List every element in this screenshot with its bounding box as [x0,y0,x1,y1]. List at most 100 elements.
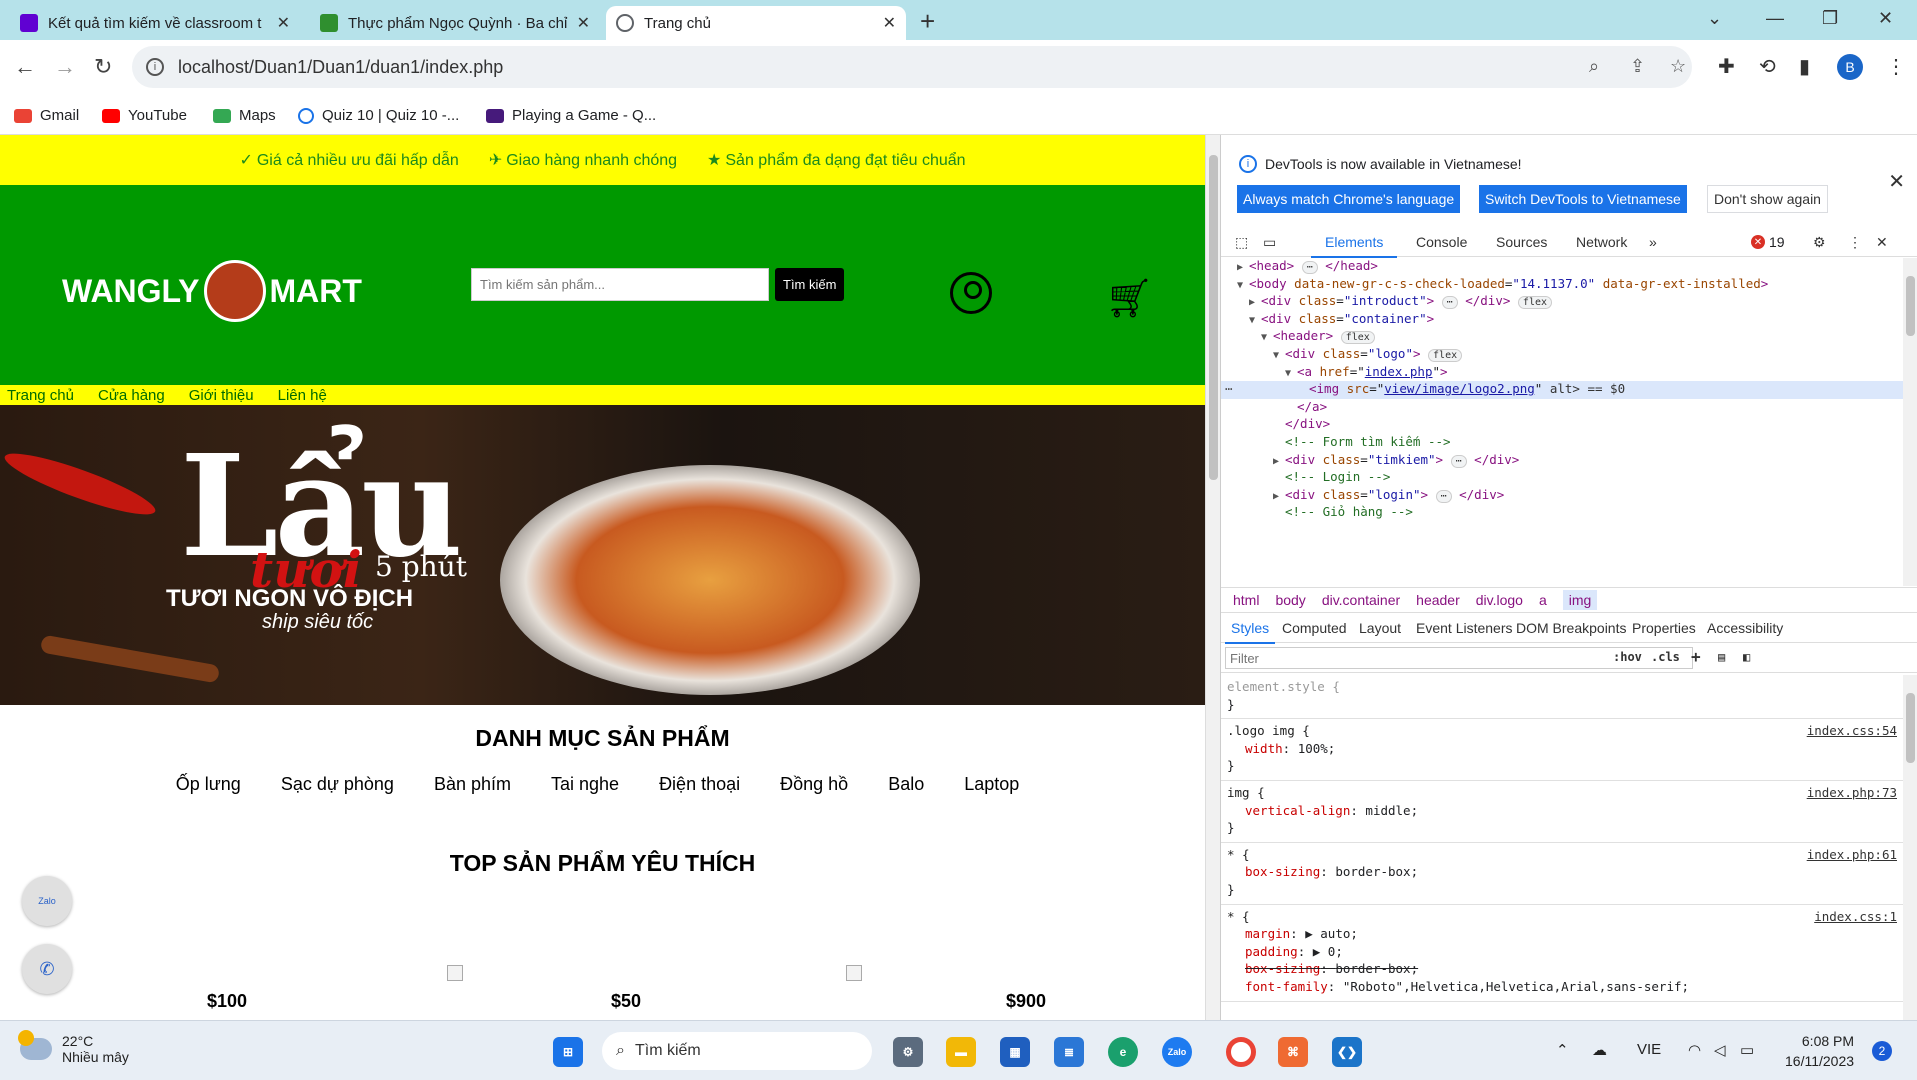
weather-widget[interactable]: 22°C Nhiều mây [18,1030,129,1065]
rule-source-link[interactable]: index.php:73 [1807,785,1897,800]
bookmark-youtube[interactable]: YouTube [102,107,187,124]
wifi-icon[interactable]: ◠ [1688,1041,1701,1059]
dom-comment[interactable]: <!-- Login --> [1221,469,1903,487]
dom-node-logo[interactable]: ▼ <div class="logo"> flex [1221,346,1903,364]
minimize-icon[interactable]: — [1766,8,1784,29]
css-property[interactable]: vertical-align [1245,803,1350,818]
tab-sources[interactable]: Sources [1496,234,1547,250]
ellipsis-pill[interactable]: ⋯ [1301,261,1318,274]
bookmark-star-icon[interactable]: ☆ [1670,56,1686,77]
rule-element-style[interactable]: element.style { } [1221,675,1903,720]
tab-layout[interactable]: Layout [1359,620,1401,636]
flex-badge[interactable]: flex [1428,348,1463,362]
tab-computed[interactable]: Computed [1282,620,1347,636]
ellipsis-pill[interactable]: ⋯ [1435,489,1452,503]
zalo-chat-button[interactable]: Zalo [22,876,72,926]
bookmark-gmail[interactable]: Gmail [14,107,79,124]
ellipsis-pill[interactable]: ⋯ [1450,454,1467,468]
back-icon[interactable]: ← [14,54,36,80]
breadcrumb-item[interactable]: div.logo [1476,592,1523,608]
sidebar-toggle-icon[interactable]: ◧ [1743,650,1750,664]
collapsed-arrow-icon[interactable]: ▶ [1237,262,1249,273]
category-item[interactable]: Đồng hồ [780,774,848,795]
dom-comment[interactable]: <!-- Giỏ hàng --> [1221,504,1903,522]
scrollbar-thumb[interactable] [1906,276,1915,336]
css-value[interactable]: auto; [1320,926,1358,941]
close-devtools-icon[interactable]: ✕ [1876,234,1888,251]
category-item[interactable]: Tai nghe [551,774,619,795]
tab-accessibility[interactable]: Accessibility [1707,620,1783,636]
windows-start-icon[interactable]: ⊞ [553,1037,583,1067]
expanded-arrow-icon[interactable]: ▼ [1237,280,1249,291]
css-rule[interactable]: index.php:73 img { vertical-align: middl… [1221,781,1903,843]
hover-state-toggle[interactable]: :hov [1613,650,1642,664]
dom-node-timkiem[interactable]: ▶ <div class="timkiem"> ⋯ </div> [1221,452,1903,470]
address-bar[interactable]: i localhost/Duan1/Duan1/duan1/index.php [132,46,1692,88]
dom-node-body[interactable]: ▼ <body data-new-gr-c-s-check-loaded="14.… [1221,276,1903,294]
breadcrumb-item[interactable]: a [1539,592,1547,608]
tab-event-listeners[interactable]: Event Listeners [1416,620,1513,636]
taskbar-search[interactable]: ⌕ Tìm kiếm [602,1032,872,1070]
settings-app-icon[interactable]: ⚙ [893,1037,923,1067]
menu-item-lien-he[interactable]: Liên hệ [278,387,327,404]
volume-icon[interactable]: ◁ [1714,1041,1726,1059]
rule-source-link[interactable]: index.css:1 [1814,909,1897,924]
bookmark-maps[interactable]: Maps [213,107,276,124]
file-explorer-icon[interactable]: ▬ [946,1037,976,1067]
notification-badge[interactable]: 2 [1872,1041,1892,1061]
profile-avatar[interactable]: B [1837,54,1863,80]
site-info-icon[interactable]: i [146,58,164,76]
tab-console[interactable]: Console [1416,234,1467,250]
xampp-icon[interactable]: ⌘ [1278,1037,1308,1067]
css-property[interactable]: padding [1245,944,1298,959]
tab-dom-breakpoints[interactable]: DOM Breakpoints [1516,620,1626,636]
battery-icon[interactable]: ▭ [1740,1041,1754,1059]
category-item[interactable]: Balo [888,774,924,795]
rule-source-link[interactable]: index.css:54 [1807,723,1897,738]
side-panel-icon[interactable]: ▮ [1799,54,1810,79]
restore-icon[interactable]: ❐ [1822,8,1838,29]
css-property[interactable]: width [1245,741,1283,756]
css-property[interactable]: margin [1245,926,1290,941]
share-icon[interactable]: ⇪ [1630,56,1645,77]
extensions-icon[interactable]: ✚ [1718,54,1735,79]
dom-link[interactable]: view/image/logo2.png [1384,381,1535,396]
expanded-arrow-icon[interactable]: ▼ [1273,350,1285,361]
css-value[interactable]: border-box; [1335,961,1418,976]
tab-search-icon[interactable]: ⌄ [1707,8,1722,29]
scrollbar-thumb[interactable] [1906,693,1915,763]
tab-styles[interactable]: Styles [1224,620,1276,644]
reload-icon[interactable]: ↻ [94,54,112,80]
css-value[interactable]: border-box; [1335,864,1418,879]
expanded-arrow-icon[interactable]: ▼ [1261,332,1273,343]
edge-browser-icon[interactable]: e [1108,1037,1138,1067]
css-value[interactable]: "Roboto",Helvetica,Helvetica,Arial,sans-… [1343,979,1689,994]
class-toggle[interactable]: .cls [1651,650,1680,664]
dom-comment[interactable]: <!-- Form tìm kiếm --> [1221,434,1903,452]
dom-node-container[interactable]: ▼ <div class="container"> [1221,311,1903,329]
flex-badge[interactable]: flex [1517,296,1553,310]
zalo-app-icon[interactable]: Zalo [1162,1037,1192,1067]
category-item[interactable]: Điện thoại [659,774,740,795]
tab-yahoo[interactable]: Kết quả tìm kiếm về classroom t ✕ [10,6,300,40]
scrollbar-thumb[interactable] [1209,155,1218,480]
close-tab-icon[interactable]: ✕ [277,13,290,33]
error-count-badge[interactable]: ✕ 19 [1751,234,1785,250]
notepad-icon[interactable]: ≣ [1054,1037,1084,1067]
node-actions-icon[interactable]: ⋯ [1225,381,1233,396]
store-icon[interactable]: ▦ [1000,1037,1030,1067]
tab-ngoc-quynh[interactable]: Thực phẩm Ngọc Quỳnh · Ba chỉ ✕ [310,6,600,40]
dom-node-a[interactable]: ▼ <a href="index.php"> [1221,364,1903,382]
collapsed-arrow-icon[interactable]: ▶ [1249,297,1261,308]
dom-node-introduct[interactable]: ▶ <div class="introduct"> ⋯ </div> flex [1221,293,1903,311]
breadcrumb-item[interactable]: div.container [1322,592,1400,608]
expanded-arrow-icon[interactable]: ▼ [1285,368,1297,379]
dom-link[interactable]: index.php [1365,364,1433,379]
tab-elements[interactable]: Elements [1310,234,1398,258]
extension-icon[interactable]: ⟲ [1759,54,1776,79]
css-rule[interactable]: index.css:54 .logo img { width: 100%; } [1221,719,1903,781]
css-property-overridden[interactable]: box-sizing [1245,961,1320,976]
switch-devtools-language-button[interactable]: Switch DevTools to Vietnamese [1479,185,1687,213]
breadcrumb-item-current[interactable]: img [1562,590,1598,610]
dom-node-img-selected[interactable]: ⋯ <img src="view/image/logo2.png" alt> ==… [1221,381,1903,399]
